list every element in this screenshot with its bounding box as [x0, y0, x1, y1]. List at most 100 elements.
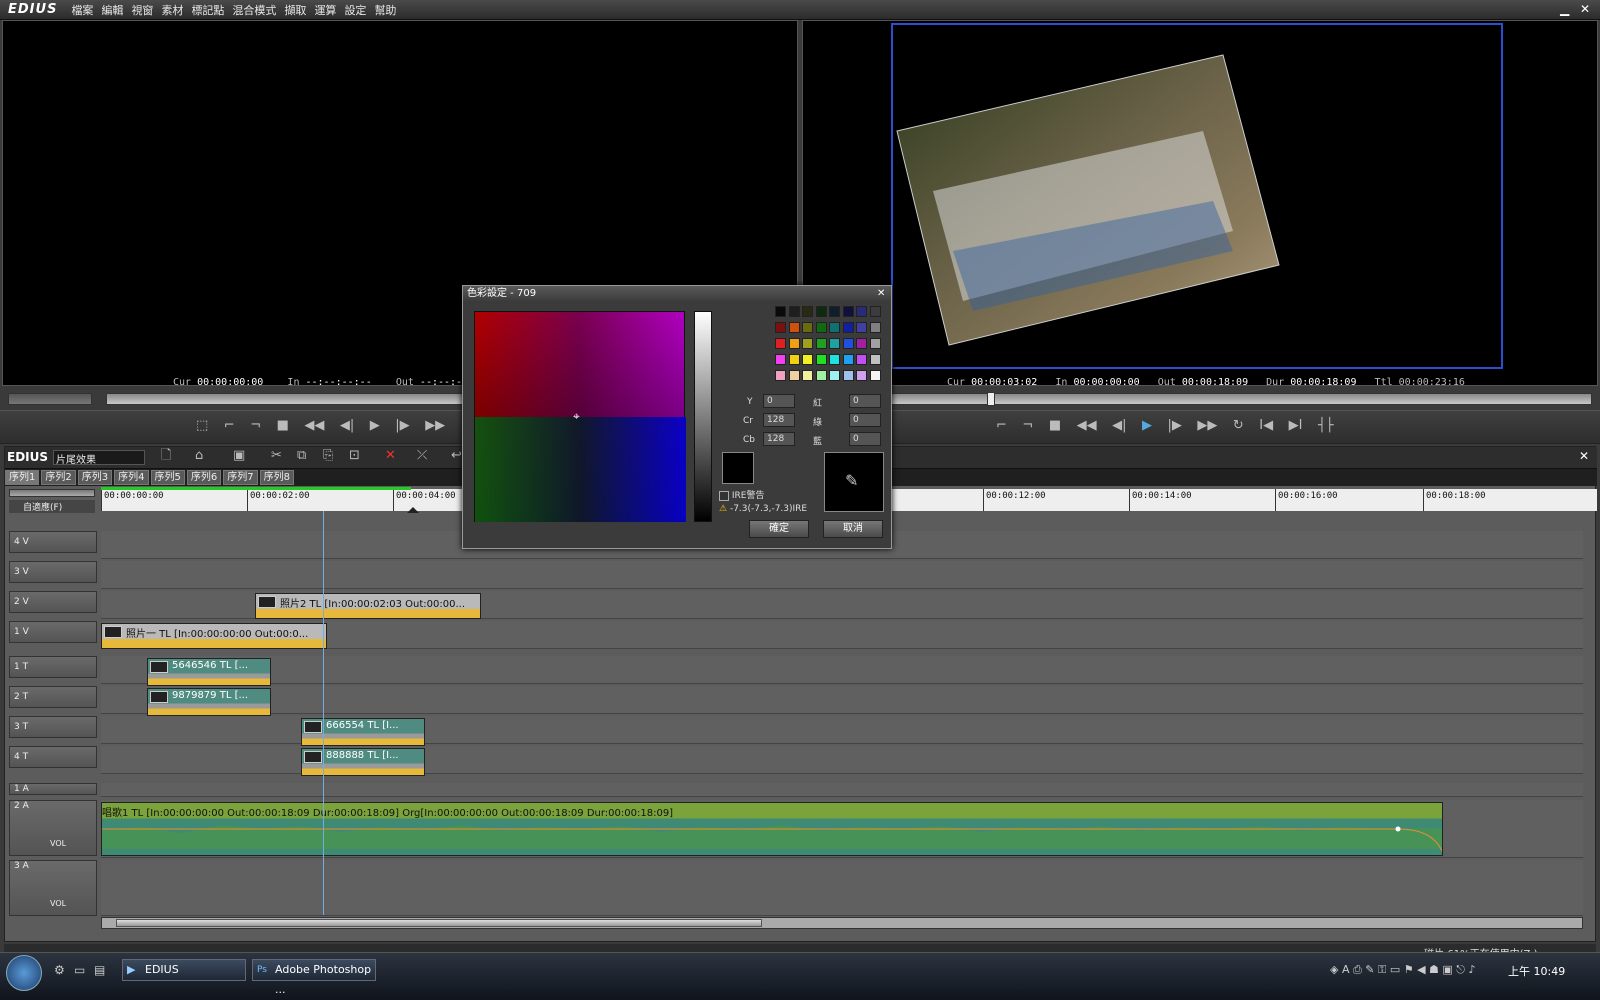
menu-clip[interactable]: 素材 [161, 2, 183, 18]
cancel-button[interactable]: 取消 [823, 520, 883, 538]
start-button[interactable] [6, 955, 42, 991]
palette-swatch[interactable] [775, 322, 786, 333]
palette-swatch[interactable] [869, 338, 881, 349]
eyedropper-preview[interactable]: ✎ [824, 452, 884, 512]
palette-swatch[interactable] [802, 306, 813, 317]
palette-swatch[interactable] [829, 354, 840, 365]
track-header-3a[interactable]: 3 A VOL [9, 860, 97, 916]
video-clip-photo1[interactable]: 照片一 TL [In:00:00:00:00 Out:00:0... [101, 623, 327, 649]
menu-help[interactable]: 幫助 [374, 2, 396, 18]
video-clip-photo2[interactable]: 照片2 TL [In:00:00:02:03 Out:00:00... [255, 593, 481, 619]
switch-windows-icon[interactable]: ▤ [94, 963, 105, 977]
dialog-close-icon[interactable]: ✕ [877, 286, 885, 302]
blue-field[interactable]: 0 [849, 432, 881, 446]
stop-icon[interactable]: ■ [277, 411, 289, 441]
palette-swatch[interactable] [802, 322, 813, 333]
palette-swatch[interactable] [856, 306, 867, 317]
undo-icon[interactable]: ↩ [451, 441, 462, 471]
palette-swatch[interactable] [802, 370, 813, 381]
menu-edit[interactable]: 編輯 [101, 2, 123, 18]
eyedropper-icon[interactable]: ✎ [845, 471, 858, 490]
timeline-close-icon[interactable]: ✕ [1579, 449, 1589, 463]
menu-view[interactable]: 視窗 [131, 2, 153, 18]
tab-sequence-6[interactable]: 序列6 [186, 470, 222, 485]
palette-swatch[interactable] [869, 370, 881, 381]
palette-swatch[interactable] [829, 306, 840, 317]
palette-swatch[interactable] [856, 322, 867, 333]
track-header-3t[interactable]: 3 T [9, 716, 97, 738]
luminance-slider[interactable] [694, 311, 712, 522]
menu-settings[interactable]: 設定 [344, 2, 366, 18]
step-forward-icon[interactable]: |▶ [1168, 411, 1182, 441]
tab-sequence-4[interactable]: 序列4 [114, 470, 149, 485]
palette-swatch[interactable] [775, 354, 786, 365]
tab-sequence-2[interactable]: 序列2 [41, 470, 76, 485]
mode-icon[interactable]: ⊡ [349, 441, 360, 471]
palette-swatch[interactable] [775, 338, 786, 349]
track-header-2a[interactable]: 2 A VOL [9, 800, 97, 856]
timeline-horizontal-scrollbar[interactable] [101, 917, 1583, 929]
palette-swatch[interactable] [842, 354, 854, 365]
tab-sequence-7[interactable]: 序列7 [223, 470, 258, 485]
tab-sequence-8[interactable]: 序列8 [259, 470, 294, 485]
project-name-field[interactable]: 片尾效果 [53, 450, 145, 466]
ire-warning-checkbox[interactable]: IRE警告 [719, 488, 764, 501]
recorder-scrub-handle[interactable] [987, 392, 995, 406]
cut-point-icon[interactable]: ┤├ [1318, 411, 1334, 441]
palette-swatch[interactable] [802, 338, 813, 349]
palette-swatch[interactable] [869, 322, 881, 333]
green-field[interactable]: 0 [849, 413, 881, 427]
ok-button[interactable]: 確定 [749, 520, 809, 538]
show-desktop-icon[interactable]: ▭ [74, 963, 85, 977]
title-clip-1[interactable]: 5646546 TL [... [147, 658, 271, 686]
palette-swatch[interactable] [815, 370, 827, 381]
tab-sequence-3[interactable]: 序列3 [77, 470, 113, 485]
palette-swatch[interactable] [829, 338, 840, 349]
dialog-title-bar[interactable]: 色彩設定 - 709 ✕ [463, 286, 891, 302]
color-picker-crosshair-icon[interactable]: ⌖ [573, 409, 580, 424]
track-header-1a[interactable]: 1 A [9, 783, 97, 795]
track-header-4v[interactable]: 4 V [9, 531, 97, 553]
title-clip-3[interactable]: 666554 TL [I... [301, 718, 425, 746]
previous-edit-icon[interactable]: I◀ [1259, 411, 1273, 441]
menu-render[interactable]: 運算 [314, 2, 336, 18]
palette-swatch[interactable] [869, 306, 881, 317]
new-file-icon[interactable]: 🗋 [161, 441, 171, 471]
track-header-2v[interactable]: 2 V [9, 591, 97, 613]
menu-mode[interactable]: 混合模式 [232, 2, 276, 18]
step-forward-icon[interactable]: |▶ [395, 411, 409, 441]
recorder-monitor[interactable]: Cur 00:00:03:02 In 00:00:00:00 Out 00:00… [802, 20, 1598, 388]
quick-launch-icon[interactable]: ⚙ [54, 963, 65, 977]
clock[interactable]: 上午 10:49 [1508, 963, 1565, 979]
next-edit-icon[interactable]: ▶I [1289, 411, 1303, 441]
stop-icon[interactable]: ■ [1049, 411, 1061, 441]
palette-swatch[interactable] [842, 306, 854, 317]
rewind-icon[interactable]: ◀◀ [304, 411, 324, 441]
fast-forward-icon[interactable]: ▶▶ [1197, 411, 1217, 441]
zoom-select[interactable]: 自適應(F) [9, 500, 95, 513]
track-header-2t[interactable]: 2 T [9, 686, 97, 708]
loop-icon[interactable]: ↻ [1233, 411, 1244, 441]
recorder-scrub-bar[interactable] [806, 392, 1592, 406]
palette-swatch[interactable] [856, 338, 867, 349]
set-in-icon[interactable]: ⌐ [996, 411, 1007, 441]
palette-swatch[interactable] [856, 354, 867, 365]
palette-swatch[interactable] [815, 306, 827, 317]
menu-marker[interactable]: 標記點 [191, 2, 224, 18]
cb-field[interactable]: 128 [763, 432, 795, 446]
cut-icon[interactable]: ✂ [271, 441, 282, 471]
delete-icon[interactable]: ✕ [385, 441, 396, 471]
zoom-slider[interactable] [9, 489, 95, 497]
palette-swatch[interactable] [788, 306, 800, 317]
menu-file[interactable]: 檔案 [71, 2, 93, 18]
palette-swatch[interactable] [788, 354, 800, 365]
palette-swatch[interactable] [856, 370, 867, 381]
track-header-3v[interactable]: 3 V [9, 561, 97, 583]
minimize-icon[interactable]: ▁ [1560, 2, 1569, 16]
menu-capture[interactable]: 擷取 [284, 2, 306, 18]
cr-field[interactable]: 128 [763, 413, 795, 427]
step-back-icon[interactable]: ◀| [340, 411, 354, 441]
palette-swatch[interactable] [842, 338, 854, 349]
palette-swatch[interactable] [802, 354, 813, 365]
palette-swatch[interactable] [788, 338, 800, 349]
